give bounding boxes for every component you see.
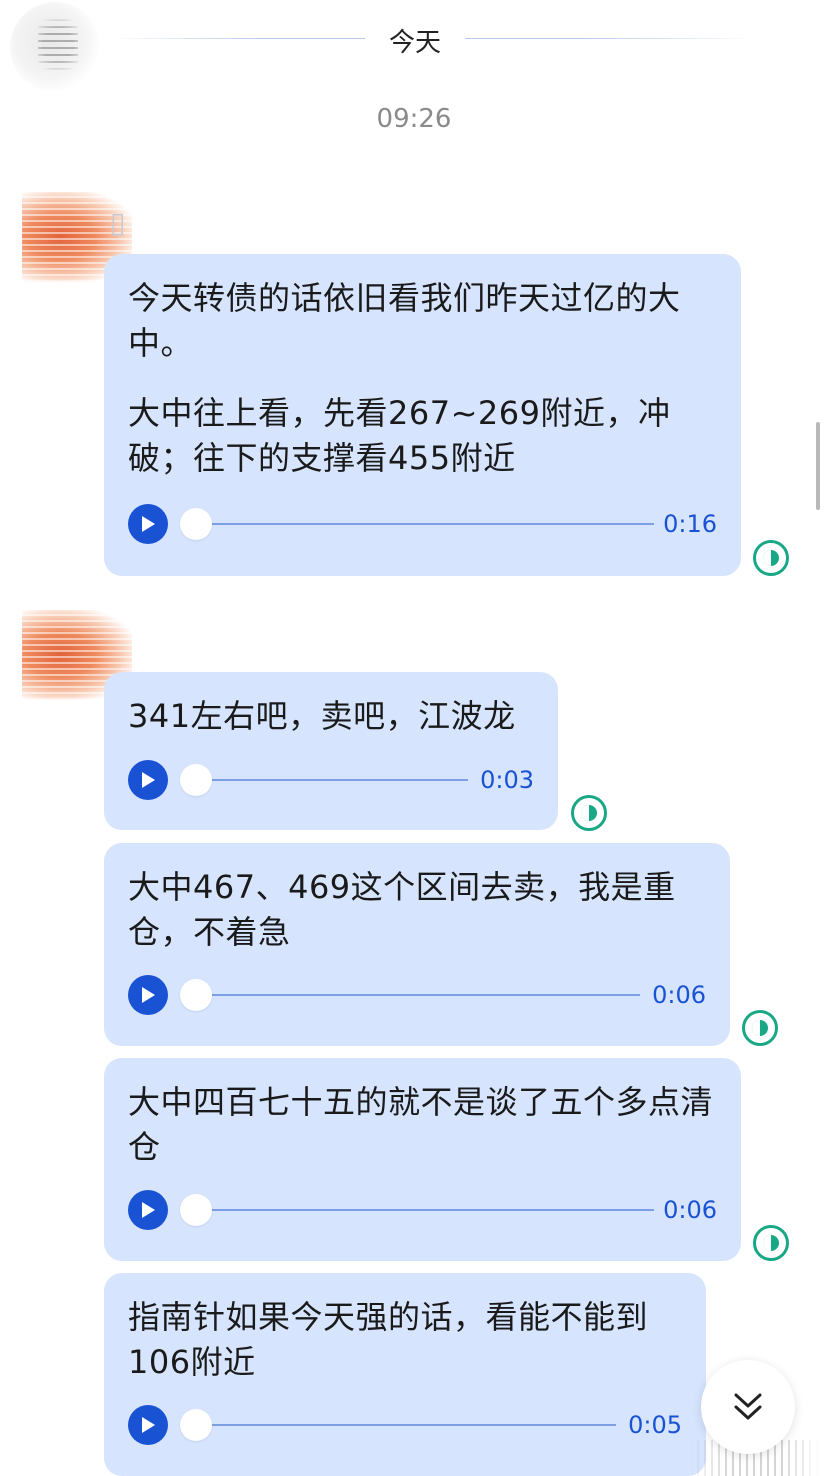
play-icon [142,772,155,788]
message-text: 大中四百七十五的就不是谈了五个多点清仓 [128,1083,714,1166]
progress-knob[interactable] [180,1409,212,1441]
progress-knob[interactable] [180,508,212,540]
scroll-indicator[interactable] [816,422,820,510]
double-chevron-down-icon [734,1393,762,1420]
voice-duration: 0:06 [663,1196,717,1224]
progress-track[interactable] [198,779,468,781]
play-icon [142,516,155,532]
message-text: 大中往上看，先看267~269附近，冲破；往下的支撑看455附近 [128,394,671,477]
play-button[interactable] [128,1405,168,1445]
sender-name-obscured: ▯ [110,206,126,239]
play-icon [142,987,155,1003]
message-text: 大中467、469这个区间去卖，我是重仓，不着急 [128,868,676,951]
play-button[interactable] [128,975,168,1015]
message-status-icon [742,1010,778,1046]
message-status-icon [753,540,789,576]
play-icon [142,1202,155,1218]
message-bubble[interactable]: 指南针如果今天强的话，看能不能到106附近 0:05 [104,1273,706,1476]
divider-line-right [465,38,755,39]
progress-track[interactable] [198,1209,654,1211]
voice-duration: 0:16 [663,510,717,538]
message-text: 341左右吧，卖吧，江波龙 [128,697,516,735]
progress-knob[interactable] [180,764,212,796]
voice-player: 0:06 [128,975,706,1015]
message-bubble[interactable]: 341左右吧，卖吧，江波龙 0:03 [104,672,558,830]
divider-line-left [110,38,365,39]
play-button[interactable] [128,760,168,800]
voice-player: 0:16 [128,504,717,544]
message-bubble[interactable]: 大中四百七十五的就不是谈了五个多点清仓 0:06 [104,1058,741,1261]
message-text: 指南针如果今天强的话，看能不能到106附近 [128,1298,649,1381]
progress-track[interactable] [198,523,654,525]
progress-knob[interactable] [180,1194,212,1226]
voice-duration: 0:03 [480,766,534,794]
date-label: 今天 [388,28,441,58]
voice-player: 0:06 [128,1190,717,1230]
timestamp: 09:26 [376,104,452,134]
scroll-to-bottom-button[interactable] [701,1360,795,1454]
message-bubble[interactable]: 今天转债的话依旧看我们昨天过亿的大中。 大中往上看，先看267~269附近，冲破… [104,254,741,576]
progress-track[interactable] [198,1424,616,1426]
play-button[interactable] [128,504,168,544]
voice-duration: 0:05 [628,1411,682,1439]
play-icon [142,1417,155,1433]
play-button[interactable] [128,1190,168,1230]
voice-duration: 0:06 [652,981,706,1009]
message-status-icon [571,795,607,831]
progress-knob[interactable] [180,979,212,1011]
message-bubble[interactable]: 大中467、469这个区间去卖，我是重仓，不着急 0:06 [104,843,730,1046]
message-text: 今天转债的话依旧看我们昨天过亿的大中。 [128,279,681,362]
voice-player: 0:05 [128,1405,682,1445]
message-status-icon [753,1225,789,1261]
voice-player: 0:03 [128,760,534,800]
date-separator: 今天 [0,18,828,62]
progress-track[interactable] [198,994,640,996]
